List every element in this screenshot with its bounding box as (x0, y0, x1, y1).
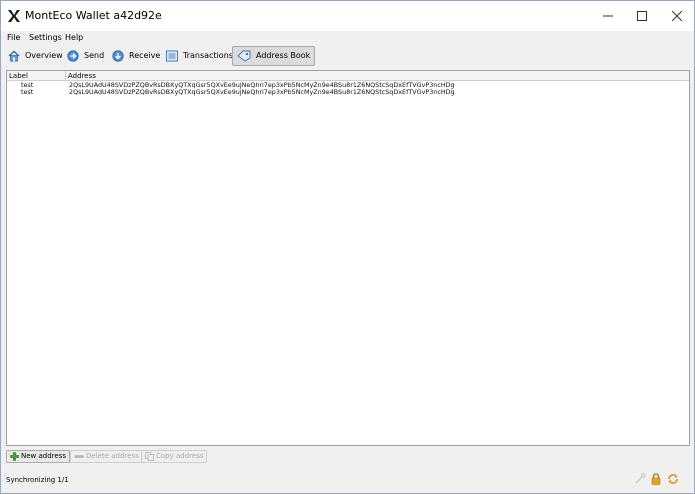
copy-icon (145, 452, 154, 461)
address-book-icon (237, 50, 251, 62)
table-row[interactable]: test 2QsL9UAdU48SVDzPZQBvRsDBXyQTXqGsr5Q… (7, 89, 689, 96)
tab-overview-label: Overview (25, 51, 63, 60)
transactions-list-icon (166, 50, 178, 62)
copy-address-button[interactable]: Copy address (141, 450, 208, 463)
column-header-label[interactable]: Label (7, 71, 66, 81)
home-icon (8, 50, 20, 62)
address-table: Label Address test 2QsL9UAdU48SVDzPZQBvR… (6, 70, 690, 446)
delete-address-label: Delete address (86, 452, 139, 460)
plus-icon (10, 452, 19, 461)
tab-address-book-label: Address Book (256, 51, 311, 60)
send-arrow-icon (67, 50, 79, 62)
tab-address-book[interactable]: Address Book (232, 46, 316, 66)
tab-send[interactable]: Send (63, 46, 108, 66)
minimize-icon (603, 15, 613, 17)
menu-file[interactable]: File (7, 32, 20, 43)
menu-settings[interactable]: Settings (29, 32, 62, 43)
new-address-label: New address (21, 452, 66, 460)
tab-transactions-label: Transactions (183, 51, 233, 60)
receive-arrow-icon (112, 50, 124, 62)
row-label: test (21, 88, 34, 96)
menu-bar: File Settings Help (1, 31, 694, 44)
tab-receive-label: Receive (129, 51, 161, 60)
column-header-address[interactable]: Address (66, 71, 689, 81)
tab-send-label: Send (84, 51, 105, 60)
minus-icon (74, 455, 84, 458)
minimize-button[interactable] (591, 1, 625, 31)
wallet-window: MontEco Wallet a42d92e File Settings Hel… (0, 0, 695, 494)
row-address: 2QsL9UAdU48SVDzPZQBvRsDBXyQTXqGsr5QXvEe9… (69, 88, 455, 96)
tab-receive[interactable]: Receive (108, 46, 164, 66)
maximize-icon (637, 11, 647, 21)
table-header: Label Address (7, 71, 689, 81)
window-title: MontEco Wallet a42d92e (25, 9, 162, 22)
connection-icon (635, 473, 646, 484)
menu-help[interactable]: Help (65, 32, 83, 43)
tab-overview[interactable]: Overview (4, 46, 67, 66)
sync-status-text: Synchronizing 1/1 (6, 476, 69, 484)
toolbar: Overview Send Receive Transactions Addre… (1, 44, 694, 68)
maximize-button[interactable] (625, 1, 659, 31)
lock-icon (651, 473, 661, 485)
close-button[interactable] (660, 1, 694, 31)
sync-icon (668, 474, 678, 484)
monteco-logo-icon (8, 10, 20, 22)
copy-address-label: Copy address (156, 452, 204, 460)
status-bar: Synchronizing 1/1 (1, 467, 694, 493)
tab-transactions[interactable]: Transactions (162, 46, 237, 66)
title-bar: MontEco Wallet a42d92e (1, 1, 694, 31)
delete-address-button[interactable]: Delete address (70, 450, 143, 463)
new-address-button[interactable]: New address (6, 450, 70, 463)
close-icon (672, 11, 682, 21)
